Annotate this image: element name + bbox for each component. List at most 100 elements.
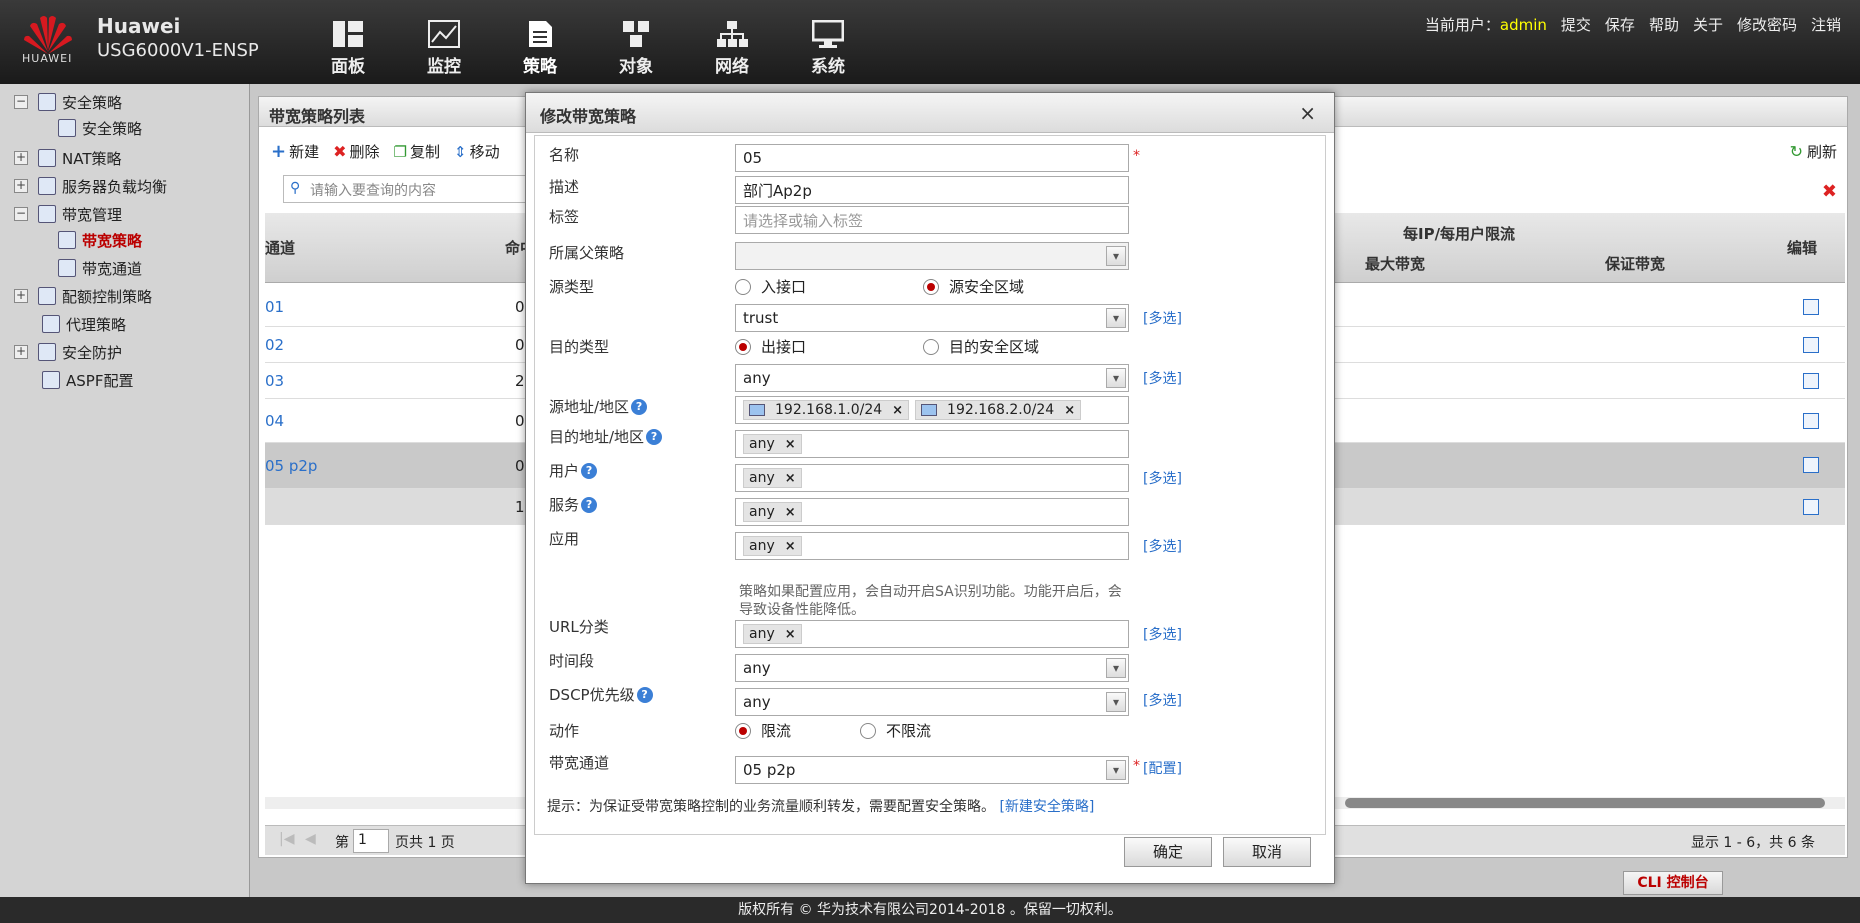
clear-filter-icon[interactable]: ✖	[1822, 181, 1837, 202]
configure-channel-link[interactable]: [配置]	[1143, 758, 1182, 778]
source-zone-select[interactable]: trust ▾	[735, 304, 1129, 332]
cli-console-button[interactable]: CLI 控制台	[1623, 871, 1723, 895]
chevron-down-icon[interactable]: ▾	[1106, 692, 1126, 712]
cell-channel[interactable]: 05 p2p	[265, 443, 317, 489]
sidebar-item-bandwidth-mgmt[interactable]: − 带宽管理	[14, 202, 122, 226]
sidebar-item-server-lb[interactable]: + 服务器负载均衡	[14, 174, 167, 198]
radio-button[interactable]	[735, 722, 751, 739]
edit-icon[interactable]	[1803, 299, 1819, 315]
about-link[interactable]: 关于	[1686, 14, 1730, 35]
sidebar-item-aspf[interactable]: ASPF配置	[42, 368, 133, 392]
source-address-field[interactable]: 192.168.1.0/24 × 192.168.2.0/24 ×	[735, 396, 1129, 424]
edit-icon[interactable]	[1803, 457, 1819, 473]
expand-icon[interactable]: +	[14, 289, 28, 303]
remove-chip-icon[interactable]: ×	[785, 437, 796, 452]
tag-field[interactable]: 请选择或输入标签	[735, 206, 1129, 234]
remove-chip-icon[interactable]: ×	[1064, 403, 1075, 418]
cell-channel[interactable]: 03	[265, 363, 284, 399]
radio-no-limit[interactable]: 不限流	[860, 720, 931, 741]
sidebar-item-nat-policy[interactable]: + NAT策略	[14, 146, 121, 170]
sidebar-item-bandwidth-channel[interactable]: 带宽通道	[58, 256, 142, 280]
nav-object[interactable]: 对象	[588, 0, 684, 84]
refresh-button[interactable]: ↻ 刷新	[1790, 141, 1837, 162]
save-link[interactable]: 保存	[1598, 14, 1642, 35]
service-field[interactable]: any ×	[735, 498, 1129, 526]
change-password-link[interactable]: 修改密码	[1730, 14, 1804, 35]
application-field[interactable]: any ×	[735, 532, 1129, 560]
nav-system[interactable]: 系统	[780, 0, 876, 84]
close-icon[interactable]: ×	[1299, 101, 1316, 125]
source-zone-multiselect-link[interactable]: [多选]	[1143, 308, 1182, 328]
search-input[interactable]: 请输入要查询的内容	[283, 175, 543, 203]
remove-chip-icon[interactable]: ×	[785, 471, 796, 486]
radio-button[interactable]	[735, 338, 751, 355]
radio-rate-limit[interactable]: 限流	[735, 720, 791, 741]
nav-monitor[interactable]: 监控	[396, 0, 492, 84]
ok-button[interactable]: 确定	[1124, 837, 1212, 867]
first-page-icon[interactable]: |◀	[279, 831, 294, 847]
sidebar-item-security-policy-child[interactable]: 安全策略	[58, 116, 142, 140]
dest-address-field[interactable]: any ×	[735, 430, 1129, 458]
cell-channel[interactable]: 04	[265, 399, 284, 443]
expand-icon[interactable]: +	[14, 345, 28, 359]
help-icon[interactable]: ?	[631, 398, 648, 415]
radio-button[interactable]	[923, 338, 939, 355]
sidebar-item-security-defense[interactable]: + 安全防护	[14, 340, 122, 364]
help-icon[interactable]: ?	[636, 686, 653, 703]
remove-chip-icon[interactable]: ×	[785, 505, 796, 520]
expand-icon[interactable]: +	[14, 179, 28, 193]
dscp-multiselect-link[interactable]: [多选]	[1143, 690, 1182, 710]
remove-chip-icon[interactable]: ×	[785, 539, 796, 554]
radio-button[interactable]	[923, 278, 939, 295]
chevron-down-icon[interactable]: ▾	[1106, 308, 1126, 328]
remove-chip-icon[interactable]: ×	[785, 627, 796, 642]
time-range-select[interactable]: any ▾	[735, 654, 1129, 682]
user-multiselect-link[interactable]: [多选]	[1143, 468, 1182, 488]
prev-page-icon[interactable]: ◀	[305, 831, 316, 847]
radio-dest-zone[interactable]: 目的安全区域	[923, 336, 1039, 357]
name-field[interactable]: 05	[735, 144, 1129, 172]
radio-ingress-interface[interactable]: 入接口	[735, 276, 806, 297]
delete-button[interactable]: ✖ 删除	[333, 141, 379, 162]
radio-source-zone[interactable]: 源安全区域	[923, 276, 1024, 297]
radio-button[interactable]	[860, 722, 876, 739]
url-multiselect-link[interactable]: [多选]	[1143, 624, 1182, 644]
new-button[interactable]: + 新建	[271, 141, 319, 162]
expand-icon[interactable]: +	[14, 151, 28, 165]
edit-icon[interactable]	[1803, 337, 1819, 353]
radio-button[interactable]	[735, 278, 751, 295]
collapse-icon[interactable]: −	[14, 207, 28, 221]
logout-link[interactable]: 注销	[1804, 14, 1848, 35]
sidebar-item-quota-policy[interactable]: + 配额控制策略	[14, 284, 152, 308]
radio-egress-interface[interactable]: 出接口	[735, 336, 806, 357]
sidebar-item-proxy-policy[interactable]: 代理策略	[42, 312, 126, 336]
help-icon[interactable]: ?	[646, 428, 663, 445]
move-button[interactable]: ⇕ 移动	[454, 141, 500, 162]
help-link[interactable]: 帮助	[1642, 14, 1686, 35]
cell-channel[interactable]: 01	[265, 287, 284, 327]
cell-channel[interactable]: 02	[265, 327, 284, 363]
egress-interface-multiselect-link[interactable]: [多选]	[1143, 368, 1182, 388]
nav-policy[interactable]: 策略	[492, 0, 588, 84]
desc-field[interactable]: 部门Ap2p	[735, 176, 1129, 204]
edit-icon[interactable]	[1803, 499, 1819, 515]
cancel-button[interactable]: 取消	[1223, 837, 1311, 867]
nav-dashboard[interactable]: 面板	[300, 0, 396, 84]
new-security-policy-link[interactable]: [新建安全策略]	[999, 799, 1094, 815]
chevron-down-icon[interactable]: ▾	[1106, 658, 1126, 678]
application-multiselect-link[interactable]: [多选]	[1143, 536, 1182, 556]
help-icon[interactable]: ?	[581, 462, 598, 479]
copy-button[interactable]: ❐ 复制	[394, 141, 440, 162]
page-number-input[interactable]: 1	[353, 829, 389, 853]
chevron-down-icon[interactable]: ▾	[1106, 368, 1126, 388]
submit-link[interactable]: 提交	[1554, 14, 1598, 35]
edit-icon[interactable]	[1803, 373, 1819, 389]
nav-network[interactable]: 网络	[684, 0, 780, 84]
egress-interface-select[interactable]: any ▾	[735, 364, 1129, 392]
edit-icon[interactable]	[1803, 413, 1819, 429]
dscp-select[interactable]: any ▾	[735, 688, 1129, 716]
sidebar-item-security-policy[interactable]: − 安全策略	[14, 90, 122, 114]
bandwidth-channel-select[interactable]: 05 p2p ▾	[735, 756, 1129, 784]
collapse-icon[interactable]: −	[14, 95, 28, 109]
user-field[interactable]: any ×	[735, 464, 1129, 492]
